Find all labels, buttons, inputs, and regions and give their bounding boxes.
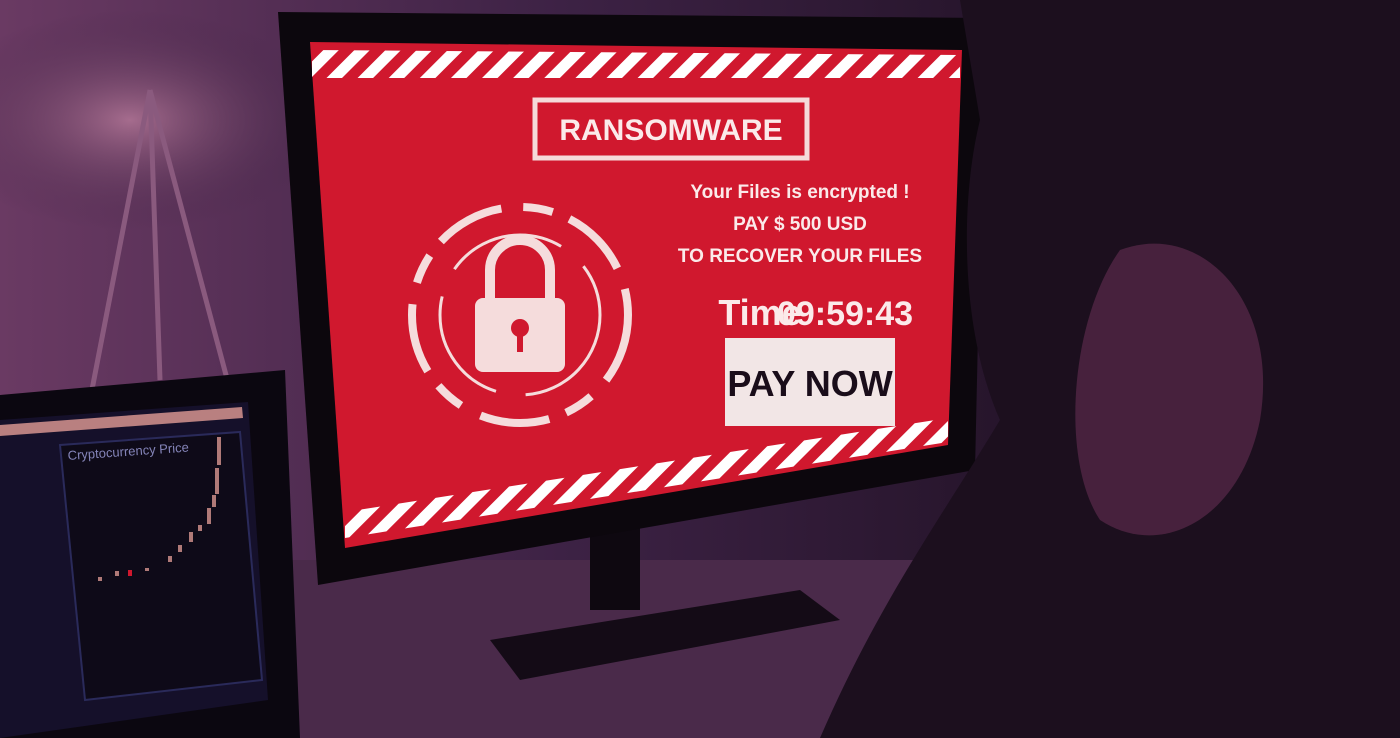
candle	[98, 577, 102, 581]
ransom-amount: PAY $ 500 USD	[733, 214, 867, 235]
candle	[128, 570, 132, 576]
candle	[215, 468, 219, 494]
candle	[189, 532, 193, 542]
candle	[115, 571, 119, 576]
encrypted-message: Your Files is encrypted !	[690, 182, 909, 203]
candle	[168, 556, 172, 562]
title-text: RANSOMWARE	[559, 114, 782, 147]
candle	[178, 545, 182, 552]
candle	[145, 568, 149, 571]
candle	[207, 508, 211, 524]
countdown-timer: 09:59:43	[777, 295, 913, 333]
pay-now-button[interactable]: PAY NOW	[725, 338, 895, 426]
scene: RANSOMWARE Your Files is encrypted ! PAY…	[0, 0, 1400, 738]
laptop: Cryptocurrency Price	[0, 370, 300, 738]
candle	[217, 437, 221, 465]
chart-panel	[58, 430, 264, 702]
pay-now-label[interactable]: PAY NOW	[727, 363, 892, 404]
candle	[198, 525, 202, 531]
candle	[212, 495, 216, 507]
recover-message: TO RECOVER YOUR FILES	[678, 246, 922, 267]
